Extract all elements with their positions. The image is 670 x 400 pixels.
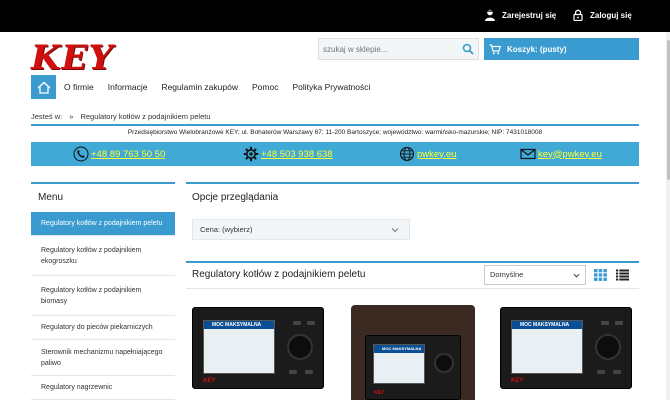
grid-view-icon[interactable] [594,269,607,281]
lock-icon [573,9,583,21]
sidebar-item-bakery-ovens[interactable]: Regulatory do pieców piekarniczych [31,316,175,340]
sidebar-item-biomass[interactable]: Regulatory kotłów z podajnikiem biomasy [31,276,175,316]
category-header: Regulatory kotłów z podajnikiem peletu D… [186,261,639,289]
button-icon [305,370,313,374]
breadcrumb: Jesteś w: » Regulatory kotłów z podajnik… [31,109,639,126]
nav-item-privacy[interactable]: Polityka Prywatności [292,82,370,92]
register-label: Zarejestruj się [502,10,557,20]
company-info: Przedsiębiorstwo Wielobranżowe KEY; ul. … [127,129,543,136]
contact-bar: +48 89 763 50 50 +48 503 938 638 pwkey.e… [31,142,639,166]
login-label: Zaloguj się [590,10,632,20]
main-nav: O firmie Informacje Regulamin zakupów Po… [31,75,384,99]
breadcrumb-prefix: Jesteś w: [31,112,63,121]
controller-brand: KEY [203,378,216,384]
mail-icon [520,148,536,160]
browse-options: Opcje przeglądania [186,182,639,212]
product-image: MOC MAKSYMALNA KEY [351,305,475,400]
chevron-down-icon [391,228,399,233]
sidebar-item-label: Regulatory do pieców piekarniczych [41,324,153,331]
user-icon [485,9,495,21]
sidebar-item-label: Sterownik mechanizmu napełniającego pali… [41,348,163,367]
sort-value: Domyślne [490,270,524,279]
knob-icon [595,334,621,360]
sidebar-item-pellet[interactable]: Regulatory kotłów z podajnikiem peletu [31,212,175,236]
sidebar-item-ecopea[interactable]: Regulatory kotłów z podajnikiem ekogrosz… [31,236,175,276]
sidebar-title: Menu [31,184,175,212]
login-link[interactable]: Zaloguj się [572,9,632,21]
button-icon [601,321,609,325]
cart-button[interactable]: Koszyk: (pusty) [484,38,639,60]
contact-mobile[interactable]: +48 503 938 638 [243,146,333,162]
sidebar-item-label: Regulatory kotłów z podajnikiem biomasy [41,286,142,305]
register-link[interactable]: Zarejestruj się [484,9,556,21]
button-icon [615,321,623,325]
breadcrumb-separator: » [69,112,74,121]
price-filter-value: Cena: (wybierz) [200,225,253,234]
sidebar-item-label: Regulatory kotłów z podajnikiem peletu [41,220,163,227]
button-icon [289,370,297,374]
home-button[interactable] [31,75,56,99]
controller-screen: MOC MAKSYMALNA [373,344,425,384]
contact-website[interactable]: pwkey.eu [399,146,456,162]
logo-text: KEY [31,38,114,78]
sidebar-item-heaters[interactable]: Regulatory nagrzewnic [31,376,175,400]
search-box [318,38,479,60]
search-icon[interactable] [462,43,474,55]
screen-title: MOC MAKSYMALNA [512,321,582,329]
breadcrumb-current: Regulatory kotłów z podajnikiem peletu [80,112,211,121]
price-filter-select[interactable]: Cena: (wybierz) [192,219,410,240]
button-icon [597,370,605,374]
button-icon [293,321,301,325]
cart-icon [489,43,501,54]
controller-screen: MOC MAKSYMALNA [203,320,275,374]
contact-mobile-text[interactable]: +48 503 938 638 [261,149,333,160]
top-bar: Zarejestruj się Zaloguj się [0,0,670,32]
contact-phone-text[interactable]: +48 89 763 50 50 [91,149,165,160]
knob-icon [434,353,454,373]
gear-icon [243,146,259,162]
screen-title: MOC MAKSYMALNA [204,321,274,329]
nav-item-information[interactable]: Informacje [108,82,148,92]
sidebar-item-label: Regulatory nagrzewnic [41,384,113,391]
nav-item-about[interactable]: O firmie [64,82,94,92]
nav-item-terms[interactable]: Regulamin zakupów [161,82,238,92]
logo[interactable]: KEY [31,41,135,75]
contact-phone[interactable]: +48 89 763 50 50 [73,146,165,162]
sidebar-item-label: Regulatory kotłów z podajnikiem ekogrosz… [41,246,142,265]
chevron-down-icon [573,273,580,278]
product-image: MOC MAKSYMALNA KEY [500,307,632,389]
home-icon [36,80,51,94]
sidebar-item-fuel-filler[interactable]: Sterownik mechanizmu napełniającego pali… [31,340,175,376]
button-icon [613,370,621,374]
globe-icon [399,146,415,162]
list-view-icon[interactable] [616,269,629,281]
screen-title: MOC MAKSYMALNA [374,345,424,353]
cart-label: Koszyk: (pusty) [507,44,567,54]
phone-icon [73,146,89,162]
knob-icon [287,334,313,360]
browse-options-title: Opcje przeglądania [192,192,279,203]
search-input[interactable] [319,39,459,59]
product-image: MOC MAKSYMALNA KEY [192,307,324,389]
nav-item-help[interactable]: Pomoc [252,82,278,92]
contact-email[interactable]: key@pwkey.eu [520,146,602,162]
controller-screen: MOC MAKSYMALNA [511,320,583,374]
contact-email-text[interactable]: key@pwkey.eu [538,149,602,160]
button-icon [307,321,315,325]
sidebar-menu: Menu Regulatory kotłów z podajnikiem pel… [31,182,175,400]
contact-website-text[interactable]: pwkey.eu [417,149,456,160]
controller-panel: MOC MAKSYMALNA KEY [365,335,461,400]
category-title: Regulatory kotłów z podajnikiem peletu [192,269,366,280]
sort-select[interactable]: Domyślne [484,265,586,285]
controller-brand: KEY [511,378,524,384]
controller-brand: KEY [374,390,385,396]
